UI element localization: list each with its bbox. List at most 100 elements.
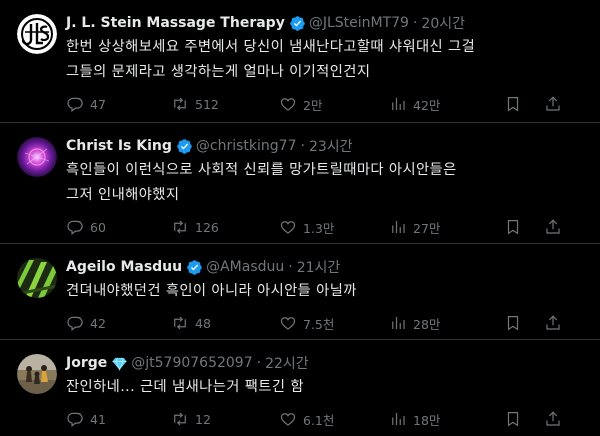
- tweet-actions: 41 12 6.1천 18만: [66, 400, 584, 436]
- views-chart-icon: [392, 413, 405, 425]
- share-icon: [546, 315, 560, 330]
- reply-count: 60: [90, 219, 106, 235]
- retweet-count: 512: [195, 96, 219, 112]
- bookmark-button[interactable]: [504, 218, 544, 236]
- tweet-actions: 60 126 1.3만 27만: [66, 208, 584, 246]
- author-name[interactable]: Christ Is King: [66, 138, 172, 154]
- like-button[interactable]: 1.3만: [279, 218, 389, 237]
- tweet-header: Jorge @jt57907652097 · 22시간: [66, 352, 584, 374]
- share-button[interactable]: [544, 314, 568, 332]
- tweet-text: 잔인하네... 근데 냄새나는거 팩트긴 함: [66, 379, 304, 395]
- like-count: 7.5천: [303, 316, 335, 332]
- tweet-actions: 42 48 7.5천 28만: [66, 304, 584, 342]
- views-button[interactable]: 27만: [389, 218, 504, 237]
- view-count: 42만: [413, 97, 441, 113]
- like-button[interactable]: 7.5천: [279, 314, 389, 333]
- jls-logo-icon[interactable]: [17, 14, 57, 54]
- like-count: 6.1천: [303, 412, 335, 428]
- view-count: 18만: [413, 412, 441, 428]
- separator-dot: ·: [412, 15, 418, 31]
- tweet-actions: 47 512 2만 42만: [66, 85, 584, 123]
- separator-dot: ·: [300, 138, 305, 154]
- retweet-button[interactable]: 48: [171, 314, 279, 332]
- retweet-icon: [174, 220, 186, 234]
- tweet-header: J. L. Stein Massage Therapy @JLSteinMT79…: [66, 12, 584, 34]
- author-name[interactable]: Jorge: [66, 355, 107, 371]
- tweet-header: Ageilo Masduu @AMasduu · 21시간: [66, 256, 584, 278]
- like-button[interactable]: 6.1천: [279, 410, 389, 429]
- author-handle[interactable]: @AMasduu: [206, 259, 284, 275]
- views-button[interactable]: 18만: [389, 410, 504, 429]
- tweet-text: 흑인들이 이런식으로 사회적 신뢰를 망가트릴때마다 아시안들은 그저 인내해야…: [66, 162, 457, 203]
- bookmark-icon: [507, 97, 519, 112]
- share-button[interactable]: [544, 218, 568, 236]
- green-stripes-icon[interactable]: [17, 258, 57, 298]
- reply-count: 41: [90, 411, 106, 427]
- verified-badge-icon: [186, 259, 203, 276]
- tweet-item[interactable]: Jorge @jt57907652097 · 22시간 잔인하네... 근데 냄…: [0, 340, 600, 436]
- heart-icon: [280, 98, 296, 111]
- views-chart-icon: [392, 98, 405, 110]
- share-icon: [546, 96, 560, 111]
- reply-icon: [67, 97, 83, 112]
- author-handle[interactable]: @JLSteinMT79: [309, 15, 409, 31]
- retweet-button[interactable]: 512: [171, 95, 279, 113]
- share-icon: [546, 411, 560, 426]
- tweet-item[interactable]: J. L. Stein Massage Therapy @JLSteinMT79…: [0, 0, 600, 123]
- heart-icon: [280, 317, 296, 330]
- reply-count: 42: [90, 315, 106, 331]
- tweet-time[interactable]: 21시간: [297, 257, 341, 277]
- share-icon: [546, 219, 560, 234]
- tweet-text: 한번 상상해보세요 주변에서 당신이 냄새난다고할때 샤워대신 그걸 그들의 문…: [66, 39, 476, 80]
- like-count: 1.3만: [303, 220, 335, 236]
- view-count: 27만: [413, 220, 441, 236]
- reply-count: 47: [90, 96, 106, 112]
- retweet-button[interactable]: 12: [171, 410, 279, 428]
- tweet-header: Christ Is King @christking77 · 23시간: [66, 135, 584, 157]
- retweet-button[interactable]: 126: [171, 218, 279, 236]
- diamond-icon: [111, 355, 128, 372]
- author-handle[interactable]: @christking77: [196, 138, 297, 154]
- reply-button[interactable]: 47: [66, 95, 171, 113]
- author-name[interactable]: J. L. Stein Massage Therapy: [66, 15, 285, 31]
- reply-icon: [67, 220, 83, 235]
- author-handle[interactable]: @jt57907652097: [131, 355, 252, 371]
- purple-orb-icon[interactable]: [17, 137, 57, 177]
- bookmark-icon: [507, 220, 519, 235]
- photo-avatar-icon[interactable]: [17, 354, 57, 394]
- bookmark-button[interactable]: [504, 410, 544, 428]
- like-count: 2만: [303, 97, 323, 113]
- views-chart-icon: [392, 317, 405, 329]
- view-count: 28만: [413, 316, 441, 332]
- author-name[interactable]: Ageilo Masduu: [66, 259, 182, 275]
- retweet-icon: [174, 412, 186, 426]
- tweet-time[interactable]: 22시간: [265, 353, 309, 373]
- separator-dot: ·: [288, 259, 293, 275]
- retweet-icon: [174, 316, 186, 330]
- reply-button[interactable]: 60: [66, 218, 171, 236]
- views-button[interactable]: 42만: [389, 95, 504, 114]
- reply-icon: [67, 316, 83, 331]
- views-button[interactable]: 28만: [389, 314, 504, 333]
- verified-badge-icon: [176, 138, 193, 155]
- bookmark-icon: [507, 412, 519, 427]
- tweet-item[interactable]: Ageilo Masduu @AMasduu · 21시간 견뎌내야했던건 흑인…: [0, 244, 600, 340]
- tweet-item[interactable]: Christ Is King @christking77 · 23시간 흑인들이…: [0, 123, 600, 244]
- like-button[interactable]: 2만: [279, 95, 389, 114]
- tweet-time[interactable]: 23시간: [309, 136, 353, 156]
- bookmark-button[interactable]: [504, 314, 544, 332]
- reply-button[interactable]: 42: [66, 314, 171, 332]
- heart-icon: [280, 221, 296, 234]
- reply-icon: [67, 412, 83, 427]
- share-button[interactable]: [544, 410, 568, 428]
- retweet-count: 12: [195, 411, 211, 427]
- retweet-count: 126: [195, 219, 219, 235]
- tweet-time[interactable]: 20시간: [421, 13, 465, 33]
- heart-icon: [280, 413, 296, 426]
- tweet-feed: J. L. Stein Massage Therapy @JLSteinMT79…: [0, 0, 600, 436]
- tweet-text: 견뎌내야했던건 흑인이 아니라 아시안들 아닐까: [66, 283, 357, 299]
- bookmark-button[interactable]: [504, 95, 544, 113]
- separator-dot: ·: [256, 355, 262, 371]
- share-button[interactable]: [544, 95, 568, 113]
- reply-button[interactable]: 41: [66, 410, 171, 428]
